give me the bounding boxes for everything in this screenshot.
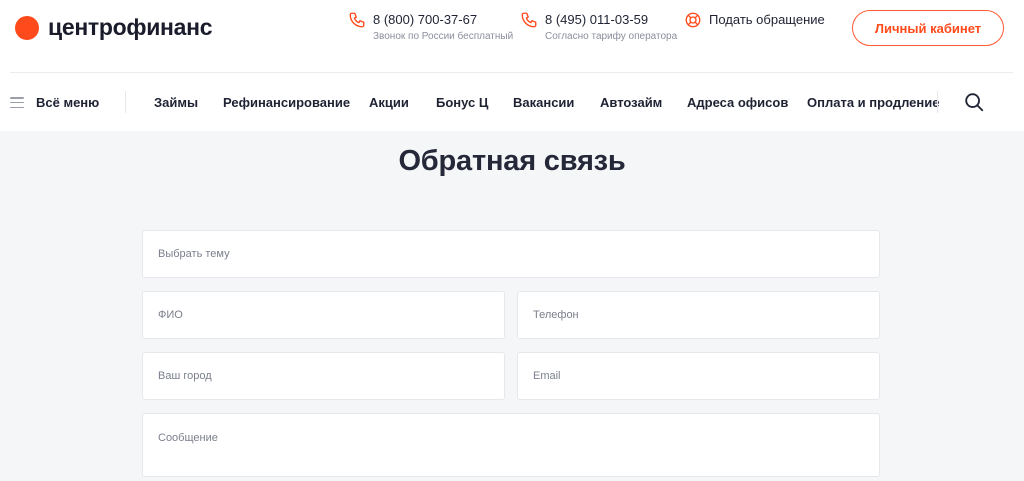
- nav-item-vacancies[interactable]: Вакансии: [513, 95, 574, 110]
- phone-icon: [349, 12, 365, 28]
- message-textarea[interactable]: [142, 413, 880, 477]
- nav-separator: [937, 91, 938, 113]
- nav-item-promotions[interactable]: Акции: [369, 95, 409, 110]
- nav-item-loans[interactable]: Займы: [154, 95, 198, 110]
- nav-item-refinancing[interactable]: Рефинансирование: [223, 95, 350, 110]
- all-menu-button[interactable]: Всё меню: [10, 95, 99, 110]
- city-input[interactable]: [142, 352, 505, 400]
- main-nav: Всё меню Займы Рефинансирование Акции Бо…: [0, 73, 1024, 131]
- brand-logo[interactable]: центрофинанс: [15, 14, 213, 41]
- nav-item-car-loan[interactable]: Автозайм: [600, 95, 662, 110]
- nav-item-payment[interactable]: Оплата и продление: [807, 95, 939, 110]
- topic-select[interactable]: [142, 230, 880, 278]
- phone-note: Звонок по России бесплатный: [373, 31, 514, 42]
- personal-cabinet-button[interactable]: Личный кабинет: [852, 10, 1004, 46]
- feedback-section: Обратная связь: [0, 131, 1024, 481]
- brand-name: центрофинанс: [48, 14, 213, 40]
- logo-mark: [15, 15, 39, 40]
- nav-separator: [125, 91, 126, 113]
- all-menu-label: Всё меню: [36, 95, 100, 110]
- phone-icon: [521, 12, 537, 28]
- nav-item-bonus[interactable]: Бонус Ц: [436, 95, 488, 110]
- lifebuoy-icon: [685, 12, 701, 28]
- contact-phone-moscow[interactable]: 8 (495) 011-03-59 Согласно тарифу операт…: [520, 12, 677, 43]
- full-name-input[interactable]: [142, 291, 505, 339]
- submit-appeal-link[interactable]: Подать обращение: [684, 12, 825, 29]
- page-title: Обратная связь: [398, 145, 626, 177]
- phone-input[interactable]: [517, 291, 880, 339]
- contact-phone-free[interactable]: 8 (800) 700-37-67 Звонок по России беспл…: [348, 12, 513, 43]
- site-header: центрофинанс 8 (800) 700-37-67 Звонок по…: [0, 0, 1024, 72]
- hamburger-icon: [10, 97, 24, 108]
- phone-note: Согласно тарифу оператора: [545, 31, 678, 42]
- search-icon: [965, 93, 984, 112]
- email-input[interactable]: [517, 352, 880, 400]
- phone-number[interactable]: 8 (495) 011-03-59: [545, 12, 677, 28]
- nav-item-office-addresses[interactable]: Адреса офисов: [687, 95, 788, 110]
- search-button[interactable]: [963, 91, 985, 113]
- submit-appeal-label: Подать обращение: [709, 12, 825, 27]
- phone-number[interactable]: 8 (800) 700-37-67: [373, 12, 513, 28]
